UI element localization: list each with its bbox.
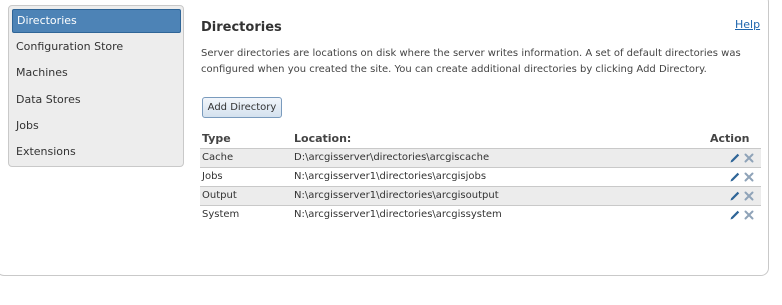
page-title: Directories (201, 20, 282, 35)
directory-location: N:\arcgisserver1\directories\arcgisoutpu… (294, 190, 499, 201)
directory-type: Jobs (202, 171, 223, 182)
delete-icon[interactable] (743, 209, 755, 221)
edit-icon[interactable] (729, 190, 741, 202)
delete-icon[interactable] (743, 152, 755, 164)
table-row: Cache D:\arcgisserver\directories\arcgis… (200, 148, 761, 167)
table-row: Output N:\arcgisserver1\directories\arcg… (200, 186, 761, 205)
table-row: Jobs N:\arcgisserver1\directories\arcgis… (200, 167, 761, 186)
directory-location: D:\arcgisserver\directories\arcgiscache (294, 152, 490, 163)
sidebar-item-extensions[interactable]: Extensions (12, 140, 181, 164)
sidebar-item-configuration-store[interactable]: Configuration Store (12, 35, 181, 59)
edit-icon[interactable] (729, 171, 741, 183)
sidebar-item-data-stores[interactable]: Data Stores (12, 88, 181, 112)
page-description: Server directories are locations on disk… (201, 48, 741, 75)
edit-icon[interactable] (729, 152, 741, 164)
sidebar: Directories Configuration Store Machines… (8, 5, 184, 167)
directory-type: Output (202, 190, 237, 201)
sidebar-item-jobs[interactable]: Jobs (12, 114, 181, 138)
sidebar-item-machines[interactable]: Machines (12, 61, 181, 85)
help-link[interactable]: Help (735, 18, 760, 31)
directory-location: N:\arcgisserver1\directories\arcgisjobs (294, 171, 487, 182)
delete-icon[interactable] (743, 171, 755, 183)
directory-type: System (202, 209, 240, 220)
column-header-location: Location: (294, 132, 352, 145)
directory-type: Cache (202, 152, 234, 163)
table-row: System N:\arcgisserver1\directories\arcg… (200, 205, 761, 224)
edit-icon[interactable] (729, 209, 741, 221)
directory-location: N:\arcgisserver1\directories\arcgissyste… (294, 209, 502, 220)
column-header-action: Action (710, 132, 750, 145)
sidebar-item-directories[interactable]: Directories (12, 9, 181, 33)
add-directory-button[interactable]: Add Directory (202, 97, 282, 118)
column-header-type: Type (202, 132, 231, 145)
delete-icon[interactable] (743, 190, 755, 202)
